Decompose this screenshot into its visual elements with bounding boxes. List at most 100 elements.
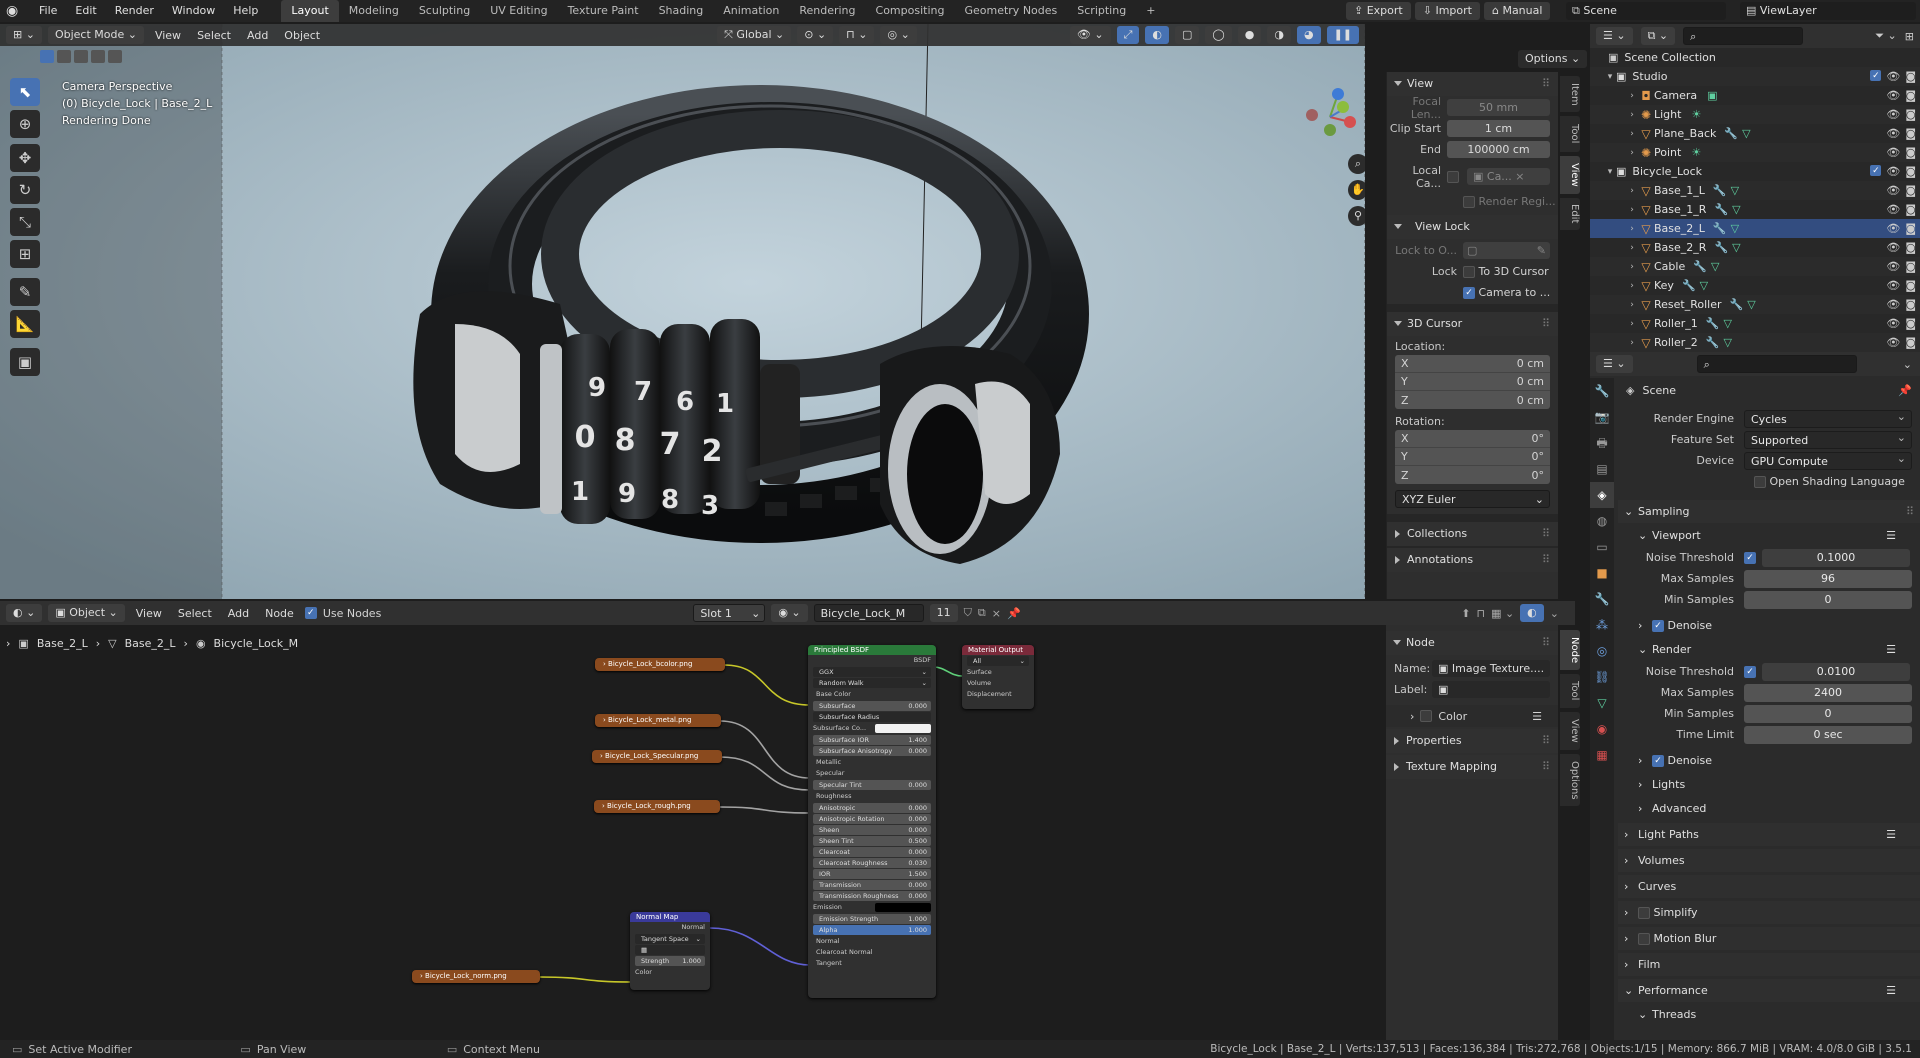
output-tab-icon[interactable]: 🖶 — [1590, 430, 1614, 456]
vp-noise-threshold-field[interactable]: 0.1000 — [1762, 548, 1910, 567]
scale-tool[interactable]: ⤡ — [10, 208, 40, 236]
menu-help[interactable]: Help — [224, 0, 267, 22]
vp-min-samples-field[interactable]: 0 — [1744, 590, 1912, 609]
exclude-checkbox[interactable]: ✓ — [1870, 70, 1882, 81]
distribution-dropdown[interactable]: GGX ⌄ — [813, 667, 931, 677]
bsdf-input-row[interactable]: IOR 1.500 — [813, 869, 931, 879]
vp-denoise-checkbox[interactable]: ✓ — [1652, 620, 1664, 632]
orientation-selector[interactable]: ⤧ Global ⌄ — [717, 26, 792, 44]
tab-animation[interactable]: Animation — [713, 0, 789, 22]
import-button[interactable]: ⇩ Import — [1414, 2, 1480, 20]
world-tab-icon[interactable]: ◍ — [1590, 508, 1614, 534]
outliner-item-cable[interactable]: › ▽ Cable 🔧 ▽ 👁 ◙ — [1590, 257, 1920, 276]
outliner-item-roller-1[interactable]: › ▽ Roller_1 🔧 ▽ 👁 ◙ — [1590, 314, 1920, 333]
light-paths-section[interactable]: › Light Paths ☰ — [1618, 823, 1920, 846]
node-tab-node[interactable]: Node — [1560, 630, 1580, 670]
rotation-mode-dropdown[interactable]: XYZ Euler ⌄ — [1395, 490, 1550, 508]
tab-rendering[interactable]: Rendering — [789, 0, 865, 22]
motion-blur-checkbox[interactable] — [1638, 933, 1650, 945]
sampling-section-header[interactable]: ⌄ Sampling ⠿ — [1618, 500, 1920, 523]
outliner-item-key[interactable]: › ▽ Key 🔧 ▽ 👁 ◙ — [1590, 276, 1920, 295]
camera-render-icon[interactable]: ◙ — [1905, 317, 1916, 330]
measure-tool[interactable]: 📐 — [10, 310, 40, 338]
node-menu-view[interactable]: View — [131, 607, 167, 620]
grip-icon[interactable]: ⠿ — [1542, 72, 1550, 96]
device-dropdown[interactable]: GPU Compute — [1744, 450, 1912, 470]
surface-socket[interactable]: Surface — [967, 667, 1029, 678]
pause-render-icon[interactable]: ❚❚ — [1326, 26, 1359, 44]
manual-button[interactable]: ⌂ Manual — [1483, 2, 1551, 20]
expand-arrow-icon[interactable]: › — [1626, 243, 1638, 253]
render-subsection-header[interactable]: ⌄ Render ☰ — [1618, 638, 1920, 661]
pin-icon[interactable]: 📌 — [1898, 384, 1912, 397]
overlay-toggle-icon[interactable]: ◐ — [1145, 26, 1170, 44]
tab-shading[interactable]: Shading — [649, 0, 714, 22]
select-intersect-icon[interactable] — [108, 50, 122, 63]
eye-icon[interactable]: 👁 — [1886, 260, 1900, 273]
image-node-rough[interactable]: › Bicycle_Lock_rough.png — [594, 800, 720, 813]
presets-icon[interactable]: ☰ — [1532, 710, 1542, 723]
node-menu-add[interactable]: Add — [223, 607, 254, 620]
camera-render-icon[interactable]: ◙ — [1905, 222, 1916, 235]
location-y-field[interactable]: Y 0 cm — [1395, 373, 1550, 391]
new-collection-icon[interactable]: ⊞ — [1905, 30, 1914, 43]
viewport-subsection-header[interactable]: ⌄ Viewport ☰ — [1618, 524, 1920, 547]
outliner-item-camera[interactable]: › ◘ Camera ▣ 👁 ◙ — [1590, 86, 1920, 105]
eye-icon[interactable]: 👁 — [1886, 89, 1900, 102]
tab-texture-paint[interactable]: Texture Paint — [558, 0, 649, 22]
render-region-checkbox[interactable] — [1463, 195, 1475, 208]
node-tab-tool[interactable]: Tool — [1560, 674, 1580, 708]
film-section[interactable]: › Film — [1618, 953, 1920, 976]
expand-arrow-icon[interactable]: › — [1626, 186, 1638, 196]
cursor-tool[interactable]: ⊕ — [10, 110, 40, 138]
3d-viewport[interactable]: 9 7 6 1 0 8 7 2 1 9 8 3 ⬉ ⊕ ✥ ↻ ⤡ ⊞ ✎ 📐 … — [0, 24, 1365, 599]
expand-arrow-icon[interactable]: › — [1626, 91, 1638, 101]
camera-to-view-checkbox[interactable]: ✓ — [1463, 286, 1475, 299]
tab-uv-editing[interactable]: UV Editing — [480, 0, 557, 22]
outliner-search[interactable]: ⌕ — [1683, 27, 1804, 45]
chevron-down-icon[interactable]: ⌄ — [1550, 607, 1559, 620]
pivot-icon[interactable]: ⊙ ⌄ — [797, 26, 834, 44]
bsdf-input-row[interactable]: Clearcoat Roughness 0.030 — [813, 858, 931, 868]
eye-icon[interactable]: 👁 — [1886, 241, 1900, 254]
outliner-item-light[interactable]: › ✺ Light ☀ 👁 ◙ — [1590, 105, 1920, 124]
sidebar-tab-tool[interactable]: Tool — [1560, 116, 1580, 152]
expand-arrow-icon[interactable]: › — [1626, 110, 1638, 120]
node-tab-options[interactable]: Options — [1560, 754, 1580, 806]
grip-icon[interactable]: ⠿ — [1542, 312, 1550, 336]
lock-to-object-field[interactable]: ▢ ✎ — [1463, 242, 1550, 259]
strength-field[interactable]: Strength 1.000 — [635, 956, 705, 966]
camera-render-icon[interactable]: ◙ — [1905, 89, 1916, 102]
performance-section[interactable]: ⌄ Performance ☰ — [1618, 979, 1920, 1002]
chevron-down-icon[interactable]: ⌄ — [1903, 358, 1912, 371]
camera-render-icon[interactable]: ◙ — [1905, 146, 1916, 159]
add-cube-tool[interactable]: ▣ — [10, 348, 40, 376]
displacement-socket[interactable]: Displacement — [967, 689, 1029, 700]
texture-tab-icon[interactable]: ▦ — [1590, 742, 1614, 768]
emission-color-swatch[interactable] — [875, 903, 931, 912]
view-lock-header[interactable]: View Lock — [1387, 215, 1558, 239]
presets-icon[interactable]: ☰ — [1886, 823, 1896, 846]
outliner-item-point[interactable]: › ✺ Point ☀ 👁 ◙ — [1590, 143, 1920, 162]
annotate-tool[interactable]: ✎ — [10, 278, 40, 306]
outliner-collection-studio[interactable]: ▾ ▣ Studio ✓ 👁 ◙ — [1590, 67, 1920, 86]
node-editor-type-icon[interactable]: ◐ ⌄ — [6, 604, 43, 622]
local-camera-checkbox[interactable] — [1447, 170, 1459, 183]
bsdf-input-row[interactable]: Metallic — [813, 757, 931, 768]
expand-arrow-icon[interactable]: › — [1626, 338, 1638, 348]
location-x-field[interactable]: X 0 cm — [1395, 355, 1550, 373]
menu-view[interactable]: View — [150, 29, 186, 42]
object-tab-icon[interactable]: ■ — [1590, 560, 1614, 586]
collection-tab-icon[interactable]: ▭ — [1590, 534, 1614, 560]
zoom-icon[interactable]: ⌕ — [1348, 154, 1365, 174]
camera-render-icon[interactable]: ◙ — [1905, 203, 1916, 216]
shader-type-selector[interactable]: ▣ Object ⌄ — [48, 604, 125, 622]
threads-subsection[interactable]: ⌄ Threads — [1618, 1003, 1920, 1026]
pan-hand-icon[interactable]: ✋ — [1348, 180, 1365, 200]
properties-search[interactable]: ⌕ — [1696, 355, 1857, 373]
node-section-header[interactable]: Node ⠿ — [1386, 631, 1558, 655]
sidebar-tab-item[interactable]: Item — [1560, 76, 1580, 112]
camera-render-icon[interactable]: ◙ — [1905, 184, 1916, 197]
tool-tab-icon[interactable]: 🔧 — [1590, 378, 1614, 404]
bsdf-input-row[interactable]: Subsurface 0.000 — [813, 701, 931, 711]
